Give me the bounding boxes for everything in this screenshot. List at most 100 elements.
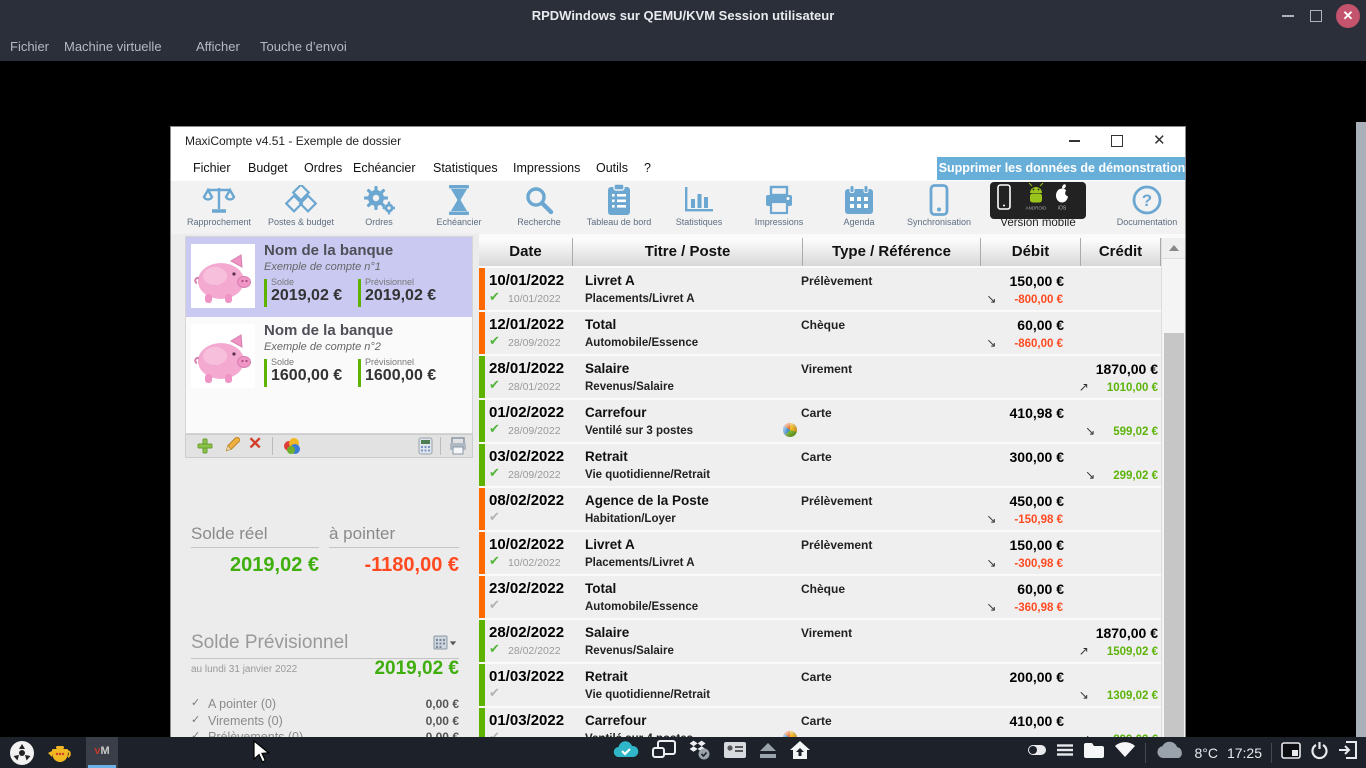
running-balance: ↘1309,02 € <box>1079 688 1158 702</box>
previsionnel-date-picker[interactable] <box>433 635 457 657</box>
transaction-row[interactable]: 10/01/2022✔10/01/2022Livret APlacements/… <box>479 268 1161 310</box>
debit-amount: 410,00 € <box>1010 713 1065 729</box>
viewer-vertical-scrollbar[interactable] <box>1356 122 1366 768</box>
host-menu-touche-envoi[interactable]: Touche d’envoi <box>260 39 347 54</box>
screen-lock-icon[interactable] <box>1281 742 1301 764</box>
teapot-app-icon[interactable] <box>47 741 73 768</box>
displays-icon[interactable] <box>651 739 677 766</box>
account-item-1[interactable]: Nom de la banque Exemple de compte n°1 S… <box>186 237 472 317</box>
table-body: 10/01/2022✔10/01/2022Livret APlacements/… <box>479 268 1161 768</box>
menu-echeancier[interactable]: Echéancier <box>353 161 416 175</box>
transaction-row[interactable]: 28/01/2022✔28/01/2022SalaireRevenus/Sala… <box>479 356 1161 398</box>
host-maximize-button[interactable] <box>1310 10 1322 22</box>
transaction-row[interactable]: 01/02/2022✔28/09/2022CarrefourVentilé su… <box>479 400 1161 442</box>
delete-account-button[interactable]: ✕ <box>248 434 262 454</box>
column-header-date[interactable]: Date <box>479 238 573 266</box>
transaction-date: 28/01/2022 <box>489 360 564 377</box>
menu-budget[interactable]: Budget <box>248 161 288 175</box>
menu-impressions[interactable]: Impressions <box>513 161 580 175</box>
scrollbar-thumb[interactable] <box>1164 333 1184 768</box>
power-icon[interactable] <box>1310 741 1329 765</box>
running-balance: ↘-800,00 € <box>986 292 1063 306</box>
arrow-down-icon: ↘ <box>986 336 996 350</box>
toolbar-version-mobile[interactable]: ANDROIDiOSVersion mobile <box>990 184 1086 229</box>
wifi-icon[interactable] <box>1114 742 1136 763</box>
previsionnel-item[interactable]: ✓Virements (0)0,00 € <box>191 713 459 730</box>
host-menu-afficher[interactable]: Afficher <box>196 39 240 54</box>
toolbar-synchronisation[interactable]: Synchronisation <box>891 184 987 227</box>
column-header-titre-poste[interactable]: Titre / Poste <box>573 238 803 266</box>
menu-outils[interactable]: Outils <box>596 161 628 175</box>
pointed-date: 28/01/2022 <box>508 381 561 393</box>
host-menu-machine-virtuelle[interactable]: Machine virtuelle <box>64 39 162 54</box>
calculator-button[interactable] <box>418 437 433 460</box>
account-subtitle: Exemple de compte n°2 <box>264 341 381 353</box>
edit-account-button[interactable] <box>222 437 240 460</box>
file-manager-icon[interactable] <box>1083 742 1105 764</box>
host-menubar: Fichier Machine virtuelle Afficher Touch… <box>0 33 1366 61</box>
host-minimize-button[interactable] <box>1282 15 1294 17</box>
arrow-down-icon: ↘ <box>986 556 996 570</box>
transaction-row[interactable]: 23/02/2022✔TotalAutomobile/EssenceChèque… <box>479 576 1161 618</box>
night-mode-toggle-icon[interactable] <box>1027 743 1047 762</box>
categories-button[interactable] <box>282 437 302 460</box>
menu-ordres[interactable]: Ordres <box>304 161 342 175</box>
column-header-cr-dit[interactable]: Crédit <box>1081 238 1161 266</box>
toolbar-documentation[interactable]: ?Documentation <box>1099 184 1186 227</box>
pointed-date: 10/01/2022 <box>508 293 561 305</box>
debit-amount: 60,00 € <box>1017 581 1064 597</box>
column-header-type-r-f-rence[interactable]: Type / Référence <box>803 238 981 266</box>
a-pointer-value: -1180,00 € <box>329 554 459 577</box>
app-close-button[interactable]: ✕ <box>1153 131 1166 149</box>
account-item-2[interactable]: Nom de la banque Exemple de compte n°2 S… <box>186 317 472 397</box>
transaction-row[interactable]: 01/03/2022✔RetraitVie quotidienne/Retrai… <box>479 664 1161 706</box>
app-titlebar[interactable]: MaxiCompte v4.51 - Exemple de dossier ✕ <box>171 127 1185 155</box>
transaction-row[interactable]: 08/02/2022✔Agence de la PosteHabitation/… <box>479 488 1161 530</box>
mouse-cursor <box>252 740 270 768</box>
previsionnel-item[interactable]: ✓A pointer (0)0,00 € <box>191 696 459 713</box>
transaction-date: 10/01/2022 <box>489 272 564 289</box>
home-updates-icon[interactable] <box>789 740 811 765</box>
arrow-down-icon: ↘ <box>986 292 996 306</box>
arrow-up-icon: ↗ <box>1079 644 1089 658</box>
arrow-down-icon: ↘ <box>1085 424 1095 438</box>
transaction-date: 12/01/2022 <box>489 316 564 333</box>
delete-demo-data-button[interactable]: Supprimer les données de démonstration <box>937 157 1186 180</box>
transaction-row[interactable]: 03/02/2022✔28/09/2022RetraitVie quotidie… <box>479 444 1161 486</box>
clock[interactable]: 17:25 <box>1227 745 1262 761</box>
menu-statistiques[interactable]: Statistiques <box>433 161 498 175</box>
column-header-d-bit[interactable]: Débit <box>981 238 1081 266</box>
temperature[interactable]: 8°C <box>1194 745 1218 761</box>
host-close-button[interactable]: ✕ <box>1336 4 1360 28</box>
transaction-poste: Vie quotidienne/Retrait <box>585 469 710 481</box>
transaction-title: Carrefour <box>585 713 647 728</box>
add-account-button[interactable] <box>196 437 214 460</box>
transaction-row[interactable]: 12/01/2022✔28/09/2022TotalAutomobile/Ess… <box>479 312 1161 354</box>
transaction-type: Prélèvement <box>801 538 872 552</box>
virt-manager-task-icon[interactable]: vM <box>86 737 118 768</box>
app-maximize-button[interactable] <box>1111 135 1123 147</box>
transaction-row[interactable]: 28/02/2022✔28/02/2022SalaireRevenus/Sala… <box>479 620 1161 662</box>
scroll-up-arrow-icon[interactable] <box>1162 238 1186 259</box>
cloud-sync-icon[interactable] <box>612 740 640 765</box>
menu-icon[interactable] <box>1056 743 1074 762</box>
contacts-card-icon[interactable] <box>723 741 747 764</box>
running-balance: ↘-150,98 € <box>986 512 1063 526</box>
menu-fichier[interactable]: Fichier <box>193 161 231 175</box>
running-balance: ↗1509,02 € <box>1079 644 1158 658</box>
table-scrollbar[interactable] <box>1161 238 1186 768</box>
transaction-row[interactable]: 10/02/2022✔10/02/2022Livret APlacements/… <box>479 532 1161 574</box>
row-status-bar <box>479 532 485 574</box>
dropbox-sync-icon[interactable] <box>688 739 712 766</box>
host-menu-fichier[interactable]: Fichier <box>10 39 49 54</box>
logout-icon[interactable] <box>1338 741 1358 764</box>
pointed-check-icon: ✔ <box>489 421 500 437</box>
eject-icon[interactable] <box>758 741 778 764</box>
app-launcher-icon[interactable] <box>9 740 35 768</box>
pointed-check-icon: ✔ <box>489 509 500 525</box>
menu-aide[interactable]: ? <box>644 161 651 175</box>
app-minimize-button[interactable] <box>1069 140 1080 142</box>
transaction-title: Retrait <box>585 669 628 684</box>
credit-amount: 1870,00 € <box>1096 625 1158 641</box>
print-accounts-button[interactable] <box>448 437 468 460</box>
